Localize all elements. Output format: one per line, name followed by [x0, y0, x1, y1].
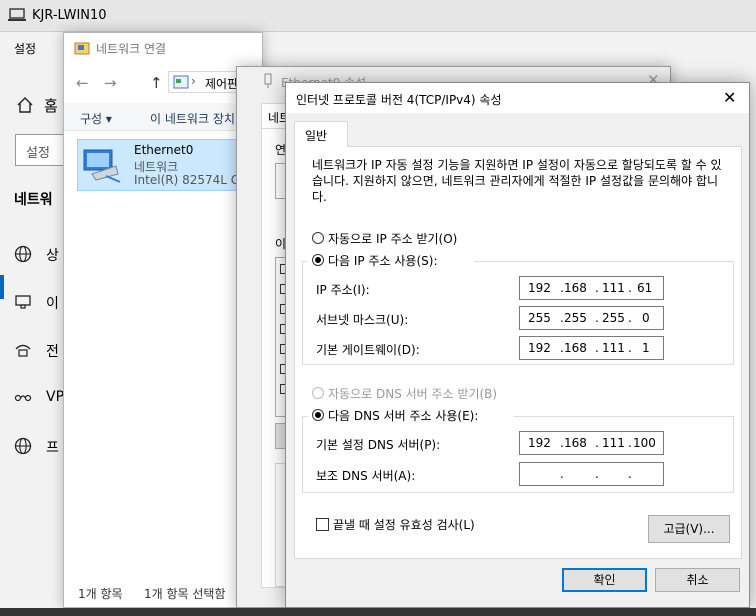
octet-dot: .: [595, 281, 599, 295]
ethernet-adapter-icon: [83, 149, 121, 183]
globe-icon: [14, 245, 32, 263]
alternate-dns-input[interactable]: . . .: [519, 462, 664, 486]
vpn-icon: [14, 394, 32, 402]
settings-home-label[interactable]: 홈: [44, 95, 58, 116]
auto-ip-label[interactable]: 자동으로 IP 주소 받기(O): [328, 230, 457, 247]
octet: 255: [564, 311, 587, 325]
dialog-titlebar: 인터넷 프로토콜 버전 4(TCP/IPv4) 속성 ✕: [286, 83, 749, 113]
octet-dot: .: [595, 467, 599, 481]
nav-active-indicator: [0, 275, 4, 299]
manual-dns-label[interactable]: 다음 DNS 서버 주소 사용(E):: [328, 407, 478, 424]
network-connections-window: 네트워크 연결 ← → ↑ › 제어판 구성 ▾ 이 네트워크 장치 Ether…: [63, 32, 268, 608]
octet-dot: .: [595, 436, 599, 450]
octet-dot: .: [628, 467, 632, 481]
nav-item-label: 이: [46, 296, 59, 312]
forward-arrow-icon[interactable]: →: [104, 74, 117, 92]
octet: 192: [528, 341, 551, 355]
octet: 168: [564, 436, 587, 450]
command-bar: 구성 ▾ 이 네트워크 장치: [64, 103, 264, 131]
advanced-button[interactable]: 고급(V)...: [648, 515, 730, 543]
octet: 111: [602, 341, 625, 355]
gateway-label: 기본 게이트웨이(D):: [316, 343, 420, 357]
control-panel-icon: [173, 75, 189, 89]
octet: 168: [564, 281, 587, 295]
tab-general[interactable]: 일반: [294, 121, 348, 147]
manual-ip-radio[interactable]: [312, 254, 324, 266]
octet: 111: [602, 281, 625, 295]
manual-ip-label[interactable]: 다음 IP 주소 사용(S):: [328, 252, 437, 269]
octet-dot: .: [595, 311, 599, 325]
octet-dot: .: [628, 281, 632, 295]
subnet-mask-input[interactable]: 255. 255. 255. 0: [519, 306, 664, 330]
ethernet-icon: [15, 295, 31, 309]
connection-name: Ethernet0: [134, 143, 194, 157]
close-icon[interactable]: ✕: [723, 88, 736, 107]
address-bar: ← → ↑ › 제어판: [64, 67, 268, 97]
octet-dot: .: [628, 311, 632, 325]
octet: 111: [602, 436, 625, 450]
octet: 192: [528, 281, 551, 295]
octet-dot: .: [560, 467, 564, 481]
auto-ip-radio[interactable]: [312, 232, 324, 244]
proxy-globe-icon: [14, 437, 32, 455]
octet: 192: [528, 436, 551, 450]
gateway-input[interactable]: 192. 168. 111. 1: [519, 336, 664, 360]
breadcrumb: 제어판: [205, 77, 239, 91]
network-adapter-icon: [264, 73, 272, 88]
home-icon[interactable]: [16, 96, 34, 114]
auto-dns-radio[interactable]: [312, 387, 324, 399]
nav-item-label: VP: [46, 389, 65, 405]
validate-on-exit-label[interactable]: 끝낼 때 설정 유효성 검사(L): [333, 516, 475, 533]
dialup-icon: [15, 344, 31, 357]
ipv4-properties-dialog: 인터넷 프로토콜 버전 4(TCP/IPv4) 속성 ✕ 일반 네트워크가 IP…: [285, 82, 750, 608]
octet: 100: [633, 436, 656, 450]
preferred-dns-label: 기본 설정 DNS 서버(P):: [316, 438, 441, 452]
ip-address-input[interactable]: 192. 168. 111. 61: [519, 276, 664, 300]
octet: 255: [602, 311, 625, 325]
octet-dot: .: [628, 436, 632, 450]
disable-device-button[interactable]: 이 네트워크 장치: [150, 110, 235, 127]
vm-title: KJR-LWIN10: [32, 8, 107, 23]
settings-app-title: 설정: [14, 42, 37, 56]
nav-item-label: 상: [46, 248, 59, 264]
description-text: 네트워크가 IP 자동 설정 기능을 지원하면 IP 설정이 자동으로 할당되도…: [312, 158, 722, 204]
organize-button[interactable]: 구성 ▾: [80, 110, 112, 127]
octet: 1: [642, 341, 650, 355]
auto-dns-label[interactable]: 자동으로 DNS 서버 주소 받기(B): [328, 385, 497, 402]
octet-dot: .: [595, 341, 599, 355]
connection-adapter: Intel(R) 82574L Gig: [134, 173, 252, 187]
nav-item-label: 전: [46, 344, 59, 360]
settings-section-title: 네트워: [14, 192, 53, 208]
back-arrow-icon[interactable]: ←: [76, 74, 89, 92]
octet: 61: [637, 281, 653, 295]
cancel-button[interactable]: 취소: [655, 568, 740, 592]
octet-dot: .: [628, 341, 632, 355]
status-selected-count: 1개 항목 선택함: [144, 587, 226, 601]
alternate-dns-label: 보조 DNS 서버(A):: [316, 469, 416, 483]
breadcrumb-separator-icon: ›: [191, 74, 196, 88]
octet: 255: [528, 311, 551, 325]
status-item-count: 1개 항목: [78, 587, 123, 601]
ok-button[interactable]: 확인: [562, 568, 647, 592]
window-titlebar: 네트워크 연결: [64, 33, 264, 63]
taskbar: [0, 608, 756, 616]
validate-on-exit-checkbox[interactable]: [316, 518, 329, 531]
octet: 168: [564, 341, 587, 355]
preferred-dns-input[interactable]: 192. 168. 111. 100: [519, 431, 664, 455]
tab-label: 일반: [305, 129, 328, 143]
vm-titlebar: KJR-LWIN10: [0, 0, 756, 32]
ip-address-label: IP 주소(I):: [316, 283, 370, 297]
computer-icon: [8, 8, 26, 21]
octet: 0: [642, 311, 650, 325]
network-folder-icon: [74, 42, 90, 55]
window-title: 네트워크 연결: [96, 42, 167, 56]
up-arrow-icon[interactable]: ↑: [150, 74, 163, 92]
dialog-title: 인터넷 프로토콜 버전 4(TCP/IPv4) 속성: [296, 93, 502, 107]
nav-item-label: 프: [46, 440, 59, 456]
subnet-mask-label: 서브넷 마스크(U):: [316, 313, 409, 327]
manual-dns-radio[interactable]: [312, 409, 324, 421]
